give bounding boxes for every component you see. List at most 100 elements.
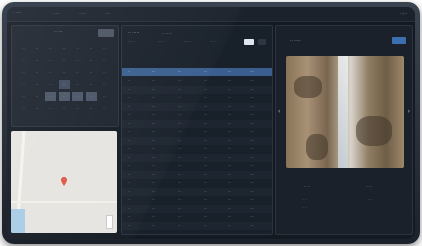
table-row[interactable]: ·· ··· ··· ··· ··· ····	[122, 213, 272, 222]
filter-tab-1[interactable]: ······	[128, 40, 135, 44]
calendar-day[interactable]: ··	[86, 44, 97, 53]
calendar-day[interactable]: ··	[45, 80, 56, 89]
calendar-day[interactable]: ··	[86, 80, 97, 89]
filter-tab-3[interactable]: ······	[184, 40, 191, 44]
calendar-day[interactable]: ··	[72, 104, 83, 113]
calendar-day[interactable]: ··	[86, 104, 97, 113]
menu-item-3[interactable]: ····	[105, 11, 110, 16]
table-cell: ···	[178, 87, 182, 92]
calendar-day[interactable]: ··	[32, 68, 43, 77]
calendar-day[interactable]: ··	[99, 56, 110, 65]
calendar-day[interactable]: ··	[45, 92, 56, 101]
calendar-day[interactable]: ··	[45, 104, 56, 113]
calendar-day[interactable]: ··	[72, 92, 83, 101]
calendar-button[interactable]	[98, 29, 114, 37]
map-panel[interactable]	[11, 131, 117, 233]
column-header[interactable]: ···	[228, 70, 231, 74]
calendar-day[interactable]: ··	[32, 104, 43, 113]
calendar-day[interactable]: ··	[45, 44, 56, 53]
prev-arrow-icon[interactable]: ‹	[278, 108, 280, 115]
table-cell: ···	[152, 198, 156, 202]
calendar-day[interactable]: ··	[99, 104, 110, 113]
calendar-day[interactable]: ··	[32, 92, 43, 101]
table-row[interactable]: ·· ··· ··· ··· ··· ····	[122, 145, 272, 154]
table-row[interactable]: ·· ··· ··· ··· ··· ····	[122, 179, 272, 188]
calendar-day[interactable]: ··	[72, 80, 83, 89]
table-cell: ···	[152, 215, 156, 219]
calendar-day[interactable]: ··	[59, 56, 70, 65]
calendar-day[interactable]: ··	[72, 44, 83, 53]
table-cell: ···	[178, 223, 182, 228]
table-row[interactable]: ·· ··· ··· ··· ··· ····	[122, 162, 272, 171]
calendar-day[interactable]: ··	[32, 80, 43, 89]
table-row[interactable]: ·· ··· ··· ··· ··· ····	[122, 94, 272, 103]
table-row[interactable]: ·· ··· ··· ··· ··· ····	[122, 136, 272, 145]
column-header[interactable]: ···	[152, 70, 155, 74]
table-row[interactable]: ·· ··· ··· ··· ··· ····	[122, 153, 272, 162]
calendar-day[interactable]: ··	[32, 56, 43, 65]
table-row[interactable]: ·· ··· ··· ··· ··· ····	[122, 77, 272, 86]
app-brand: · ···	[13, 10, 21, 16]
table-row[interactable]: ·· ··· ··· ··· ··· ····	[122, 128, 272, 137]
column-header[interactable]: ··	[128, 70, 130, 74]
calendar-day[interactable]: ··	[86, 56, 97, 65]
calendar-day[interactable]: ··	[18, 92, 29, 101]
table-row[interactable]: ·· ··· ··· ··· ··· ····	[122, 204, 272, 213]
table-cell: ···	[178, 104, 182, 109]
calendar-day[interactable]: ··	[85, 92, 97, 101]
calendar-day[interactable]: ··	[32, 44, 43, 53]
viewer-action-button[interactable]	[392, 37, 406, 44]
calendar-day[interactable]: ··	[72, 68, 83, 77]
calendar-day[interactable]: ··	[59, 68, 70, 77]
calendar-day[interactable]: ··	[45, 68, 56, 77]
calendar-day[interactable]: ··	[99, 44, 110, 53]
menu-item-1[interactable]: ·····	[53, 11, 60, 16]
table-cell: ···	[152, 113, 156, 117]
table-row[interactable]: ·· ··· ··· ··· ··· ····	[122, 111, 272, 120]
calendar-day[interactable]: ··	[18, 44, 29, 53]
table-row[interactable]: ·· ··· ··· ··· ··· ····	[122, 85, 272, 94]
table-cell: ···	[178, 189, 182, 194]
table-cell: ····	[250, 130, 255, 134]
table-cell: ···	[204, 147, 208, 151]
table-row[interactable]: ·· ··· ··· ··· ··· ····	[122, 170, 272, 179]
map-pin-icon[interactable]	[61, 177, 67, 186]
column-header[interactable]: ···	[204, 70, 207, 74]
calendar-day[interactable]: ··	[99, 80, 110, 89]
column-header[interactable]: ···	[178, 70, 181, 74]
map-zoom-control[interactable]	[106, 215, 113, 229]
export-button[interactable]	[244, 39, 254, 45]
column-header[interactable]: ····	[250, 70, 254, 74]
table-row[interactable]: ·· ··· ··· ··· ··· ····	[122, 221, 272, 230]
table-cell: ···	[228, 223, 232, 228]
calendar-day[interactable]: ··	[86, 68, 97, 77]
calendar-day[interactable]: ··	[18, 68, 29, 77]
next-arrow-icon[interactable]: ›	[408, 108, 410, 115]
table-row[interactable]: ·· ··· ··· ··· ··· ····	[122, 187, 272, 196]
calendar-day[interactable]: ··	[45, 56, 56, 65]
table-cell: ···	[178, 164, 182, 168]
filter-tab-2[interactable]: ·····	[158, 40, 164, 44]
calendar-day[interactable]: ··	[18, 104, 29, 113]
menu-item-2[interactable]: ·····	[79, 11, 86, 16]
table-row[interactable]: ·· ··· ··· ··· ··· ····	[122, 119, 272, 128]
options-button[interactable]	[258, 39, 266, 45]
calendar-day[interactable]: ··	[99, 92, 110, 101]
filter-tab-4[interactable]: ·····	[210, 40, 216, 44]
table-cell: ····	[250, 87, 255, 92]
table-cell: ····	[250, 189, 255, 194]
calendar-day[interactable]: ··	[59, 104, 70, 113]
calendar-day[interactable]: ··	[99, 68, 110, 77]
calendar-day[interactable]: ··	[59, 44, 70, 53]
calendar-day[interactable]: ··	[18, 56, 29, 65]
table-row[interactable]: ·· ··· ··· ··· ··· ····	[122, 102, 272, 111]
table-cell: ···	[178, 206, 182, 211]
calendar-day[interactable]: ··	[72, 56, 83, 65]
table-cell: ···	[204, 223, 208, 228]
inspection-photo[interactable]	[286, 56, 404, 168]
calendar-day[interactable]: ··	[58, 92, 70, 101]
calendar-day[interactable]: ··	[18, 80, 29, 89]
table-row[interactable]: ·· ··· ··· ··· ··· ····	[122, 196, 272, 205]
calendar-day[interactable]: ··	[58, 80, 70, 89]
table-cell: ··	[128, 121, 131, 126]
